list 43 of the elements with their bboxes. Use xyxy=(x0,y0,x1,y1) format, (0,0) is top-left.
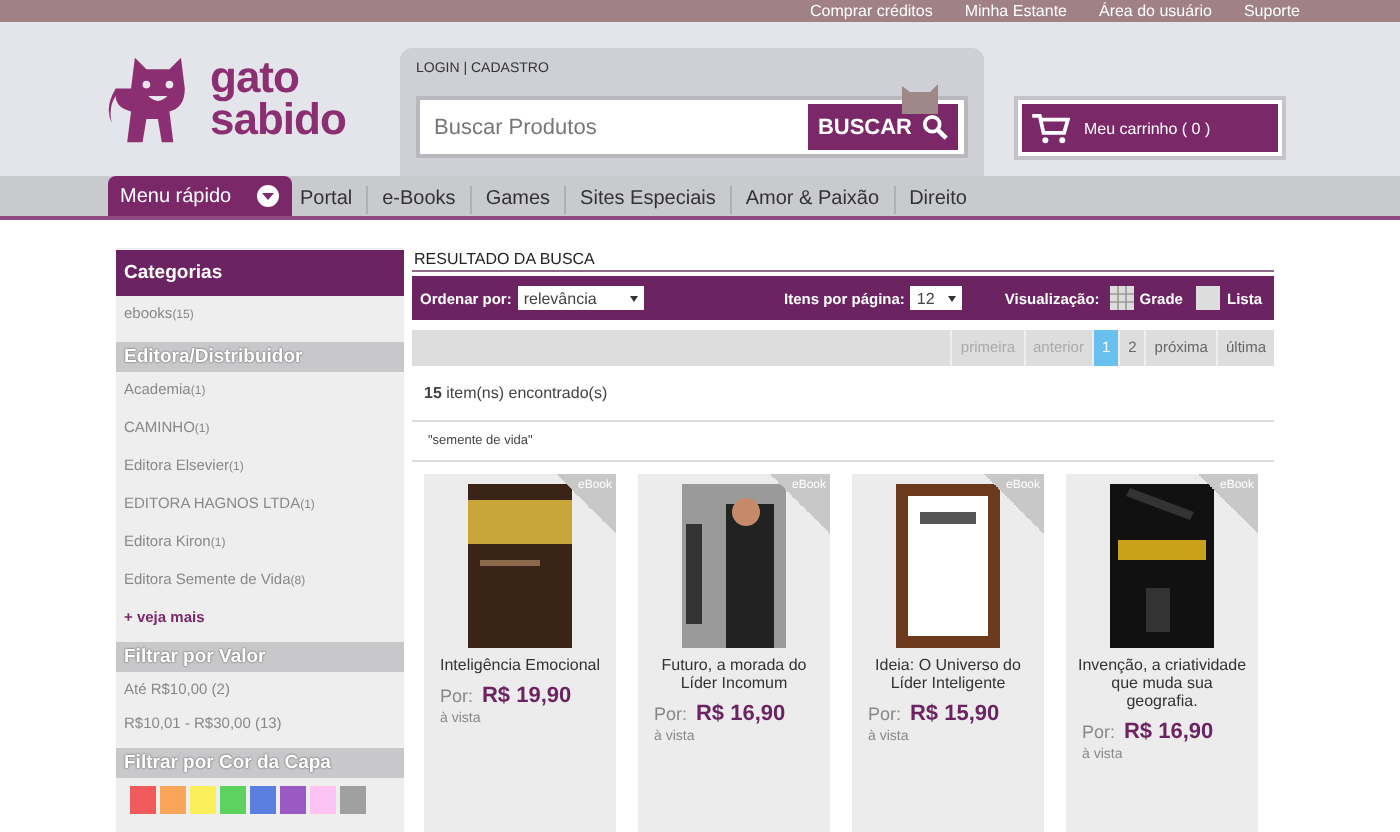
results-heading: RESULTADO DA BUSCA xyxy=(412,250,1274,272)
color-swatch[interactable] xyxy=(190,786,216,814)
list-icon xyxy=(1196,286,1221,310)
color-swatch[interactable] xyxy=(130,786,156,814)
price: R$ 16,90 xyxy=(1123,720,1214,744)
nav-link[interactable]: e-Books xyxy=(366,186,470,214)
search-icon xyxy=(922,114,948,140)
price-label: Por: xyxy=(440,686,474,706)
nav-link[interactable]: Direito xyxy=(893,186,981,214)
color-swatch[interactable] xyxy=(250,786,276,814)
cat-peek-icon xyxy=(896,82,944,114)
quick-menu-button[interactable]: Menu rápido xyxy=(108,176,292,216)
results-count: 15 item(ns) encontrado(s) xyxy=(412,366,1274,422)
sort-dropdown[interactable]: relevância xyxy=(517,286,644,310)
price: R$ 19,90 xyxy=(481,684,572,708)
color-swatch[interactable] xyxy=(340,786,366,814)
cart-button[interactable]: Meu carrinho ( 0 ) xyxy=(1018,100,1282,156)
nav-link[interactable]: Portal xyxy=(292,186,367,214)
nav-link[interactable]: Games xyxy=(469,186,565,214)
color-swatch[interactable] xyxy=(280,786,306,814)
color-swatch[interactable] xyxy=(160,786,186,814)
per-page-dropdown[interactable]: 12 xyxy=(910,286,963,310)
dropdown-icon xyxy=(256,184,280,208)
cart-icon xyxy=(1032,113,1070,143)
price-label: Por: xyxy=(654,704,688,724)
nav-link[interactable]: Sites Especiais xyxy=(564,186,730,214)
price-label: Por: xyxy=(1082,722,1116,742)
book-title[interactable]: Inteligência Emocional xyxy=(431,648,609,674)
color-swatch[interactable] xyxy=(310,786,336,814)
logo-text[interactable]: gato sabido xyxy=(210,56,346,140)
filter-heading: Editora/Distribuidor xyxy=(116,342,404,372)
grid-icon xyxy=(1109,286,1134,310)
nav-link[interactable]: Amor & Paixão xyxy=(729,186,894,214)
book-title[interactable]: Ideia: O Universo do Líder Inteligente xyxy=(852,648,1044,692)
price: R$ 16,90 xyxy=(695,702,786,726)
price: R$ 15,90 xyxy=(909,702,1000,726)
color-swatch[interactable] xyxy=(220,786,246,814)
book-title[interactable]: Invenção, a criatividade que muda sua geografia. xyxy=(1066,648,1258,710)
search-field[interactable]: Buscar Produtos BUSCAR xyxy=(416,96,968,158)
book-title[interactable]: Futuro, a morada do Líder Incomum xyxy=(638,648,830,692)
filter-heading: Categorias xyxy=(116,250,404,296)
search-button[interactable]: BUSCAR xyxy=(807,104,958,150)
price-label: Por: xyxy=(868,704,902,724)
